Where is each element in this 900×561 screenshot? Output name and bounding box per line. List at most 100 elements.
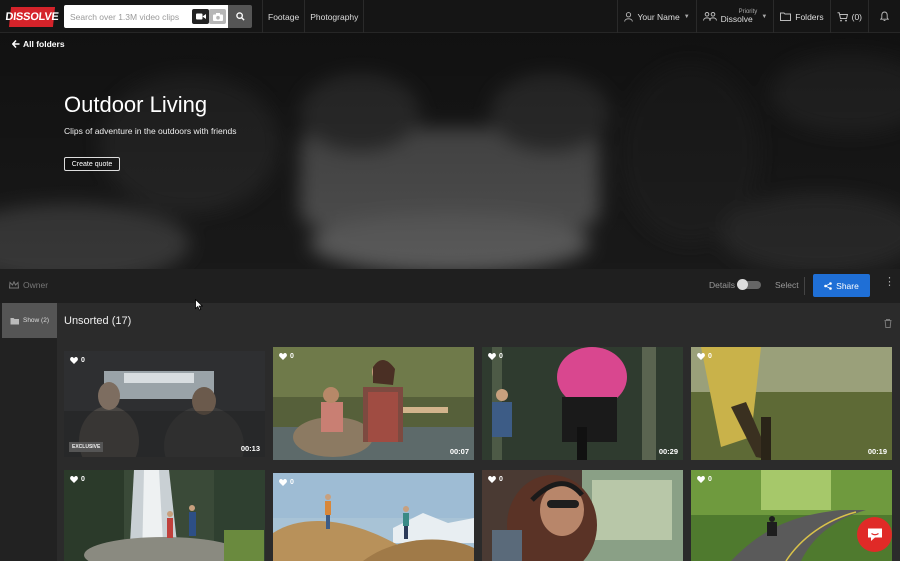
owner-text: Owner bbox=[23, 280, 49, 290]
user-menu[interactable]: Your Name ▼ bbox=[617, 0, 695, 33]
chevron-down-icon: ▼ bbox=[761, 13, 768, 20]
cart-icon bbox=[837, 11, 848, 21]
page: DISSOLVE Footage Photography Your bbox=[0, 0, 900, 561]
like-count-value: 0 bbox=[708, 476, 712, 483]
clip-card[interactable]: 0 00:29 bbox=[482, 347, 683, 460]
chevron-down-icon: ▼ bbox=[683, 13, 690, 20]
search-icon bbox=[235, 12, 245, 21]
hero-background-image bbox=[0, 33, 900, 269]
like-count-value: 0 bbox=[708, 353, 712, 360]
heart-icon bbox=[488, 476, 496, 483]
heart-icon bbox=[697, 353, 705, 360]
photo-camera-icon[interactable] bbox=[209, 9, 226, 24]
back-label: All folders bbox=[23, 39, 65, 49]
like-count[interactable]: 0 bbox=[279, 353, 294, 360]
folder-open-icon bbox=[10, 317, 19, 324]
notifications-button[interactable] bbox=[868, 0, 900, 33]
clip-card[interactable]: 0 00:07 bbox=[273, 347, 474, 460]
folder-hero: All folders Outdoor Living Clips of adve… bbox=[0, 33, 900, 269]
like-count[interactable]: 0 bbox=[70, 357, 85, 364]
create-quote-button[interactable]: Create quote bbox=[64, 157, 120, 171]
clip-thumbnail bbox=[64, 470, 265, 561]
like-count-value: 0 bbox=[499, 476, 503, 483]
share-button[interactable]: Share bbox=[813, 274, 870, 297]
back-to-folders-link[interactable]: All folders bbox=[12, 39, 65, 49]
like-count[interactable]: 0 bbox=[697, 476, 712, 483]
mouse-cursor-icon bbox=[195, 299, 203, 311]
details-label: Details bbox=[709, 280, 735, 290]
folders-link[interactable]: Folders bbox=[773, 0, 829, 33]
priority-label: Priority Dissolve bbox=[721, 9, 758, 24]
show-label: Show (2) bbox=[22, 317, 49, 324]
nav-link-photography[interactable]: Photography bbox=[304, 0, 365, 33]
team-icon bbox=[702, 12, 717, 21]
more-options-icon[interactable]: ⋮ bbox=[884, 277, 895, 288]
clip-thumbnail bbox=[273, 347, 474, 460]
search-input[interactable] bbox=[64, 5, 190, 28]
dissolve-logo[interactable]: DISSOLVE bbox=[5, 7, 59, 27]
heart-icon bbox=[488, 353, 496, 360]
like-count-value: 0 bbox=[81, 357, 85, 364]
like-count[interactable]: 0 bbox=[70, 476, 85, 483]
section-title: Unsorted (17) bbox=[64, 315, 132, 327]
user-icon bbox=[624, 11, 634, 22]
like-count[interactable]: 0 bbox=[488, 476, 503, 483]
clip-duration: 00:13 bbox=[240, 444, 260, 453]
heart-icon bbox=[697, 476, 705, 483]
nav-links: Footage Photography bbox=[262, 0, 365, 33]
like-count[interactable]: 0 bbox=[697, 353, 712, 360]
like-count[interactable]: 0 bbox=[488, 353, 503, 360]
cart-link[interactable]: (0) bbox=[829, 0, 868, 33]
clip-duration: 00:29 bbox=[658, 447, 678, 456]
clip-card[interactable]: 0 bbox=[273, 473, 474, 561]
like-count-value: 0 bbox=[499, 353, 503, 360]
folder-description: Clips of adventure in the outdoors with … bbox=[64, 126, 237, 136]
like-count-value: 0 bbox=[290, 353, 294, 360]
nav-link-footage[interactable]: Footage bbox=[262, 0, 304, 33]
folder-title: Outdoor Living bbox=[64, 92, 208, 117]
clip-card[interactable]: 0 bbox=[482, 470, 683, 561]
search-button[interactable] bbox=[228, 5, 252, 28]
like-count[interactable]: 0 bbox=[279, 479, 294, 486]
clip-card[interactable]: 0 00:19 bbox=[691, 347, 892, 460]
media-type-toggle bbox=[190, 5, 228, 28]
heart-icon bbox=[70, 476, 78, 483]
chat-bubble-icon bbox=[867, 528, 882, 541]
trash-icon[interactable] bbox=[884, 315, 892, 333]
video-camera-icon[interactable] bbox=[192, 9, 209, 24]
like-count-value: 0 bbox=[81, 476, 85, 483]
select-button[interactable]: Select bbox=[775, 280, 799, 290]
crown-icon bbox=[9, 281, 19, 289]
show-folders-button[interactable]: Show (2) bbox=[2, 303, 57, 338]
share-icon bbox=[824, 281, 832, 290]
share-label: Share bbox=[836, 280, 859, 291]
cart-count: (0) bbox=[851, 11, 862, 22]
heart-icon bbox=[279, 479, 287, 486]
clip-duration: 00:07 bbox=[449, 447, 469, 456]
nav-right: Your Name ▼ Priority Dissolve ▼ Folders … bbox=[617, 0, 900, 33]
arrow-left-icon bbox=[12, 40, 20, 48]
priority-account: Dissolve bbox=[720, 14, 753, 25]
bell-icon bbox=[880, 11, 889, 21]
clip-card[interactable]: 0 EXCLUSIVE 00:13 bbox=[64, 351, 265, 457]
details-toggle[interactable]: Details bbox=[709, 279, 761, 290]
user-name: Your Name bbox=[637, 11, 680, 22]
owner-label: Owner bbox=[9, 280, 48, 290]
top-nav: DISSOLVE Footage Photography Your bbox=[0, 0, 900, 33]
folders-label: Folders bbox=[795, 11, 824, 22]
clip-card[interactable]: 0 bbox=[64, 470, 265, 561]
heart-icon bbox=[70, 357, 78, 364]
clip-duration: 00:19 bbox=[867, 447, 887, 456]
toolbar-divider bbox=[804, 277, 805, 295]
clip-thumbnail bbox=[691, 347, 892, 460]
priority-menu[interactable]: Priority Dissolve ▼ bbox=[695, 0, 774, 33]
details-switch[interactable] bbox=[736, 279, 761, 290]
folder-icon bbox=[780, 12, 792, 21]
folder-sidebar bbox=[0, 303, 57, 561]
like-count-value: 0 bbox=[290, 479, 294, 486]
exclusive-badge: EXCLUSIVE bbox=[69, 442, 104, 452]
search-bar bbox=[64, 5, 254, 28]
heart-icon bbox=[279, 353, 287, 360]
clip-thumbnail bbox=[273, 473, 474, 561]
chat-button[interactable] bbox=[857, 517, 892, 552]
